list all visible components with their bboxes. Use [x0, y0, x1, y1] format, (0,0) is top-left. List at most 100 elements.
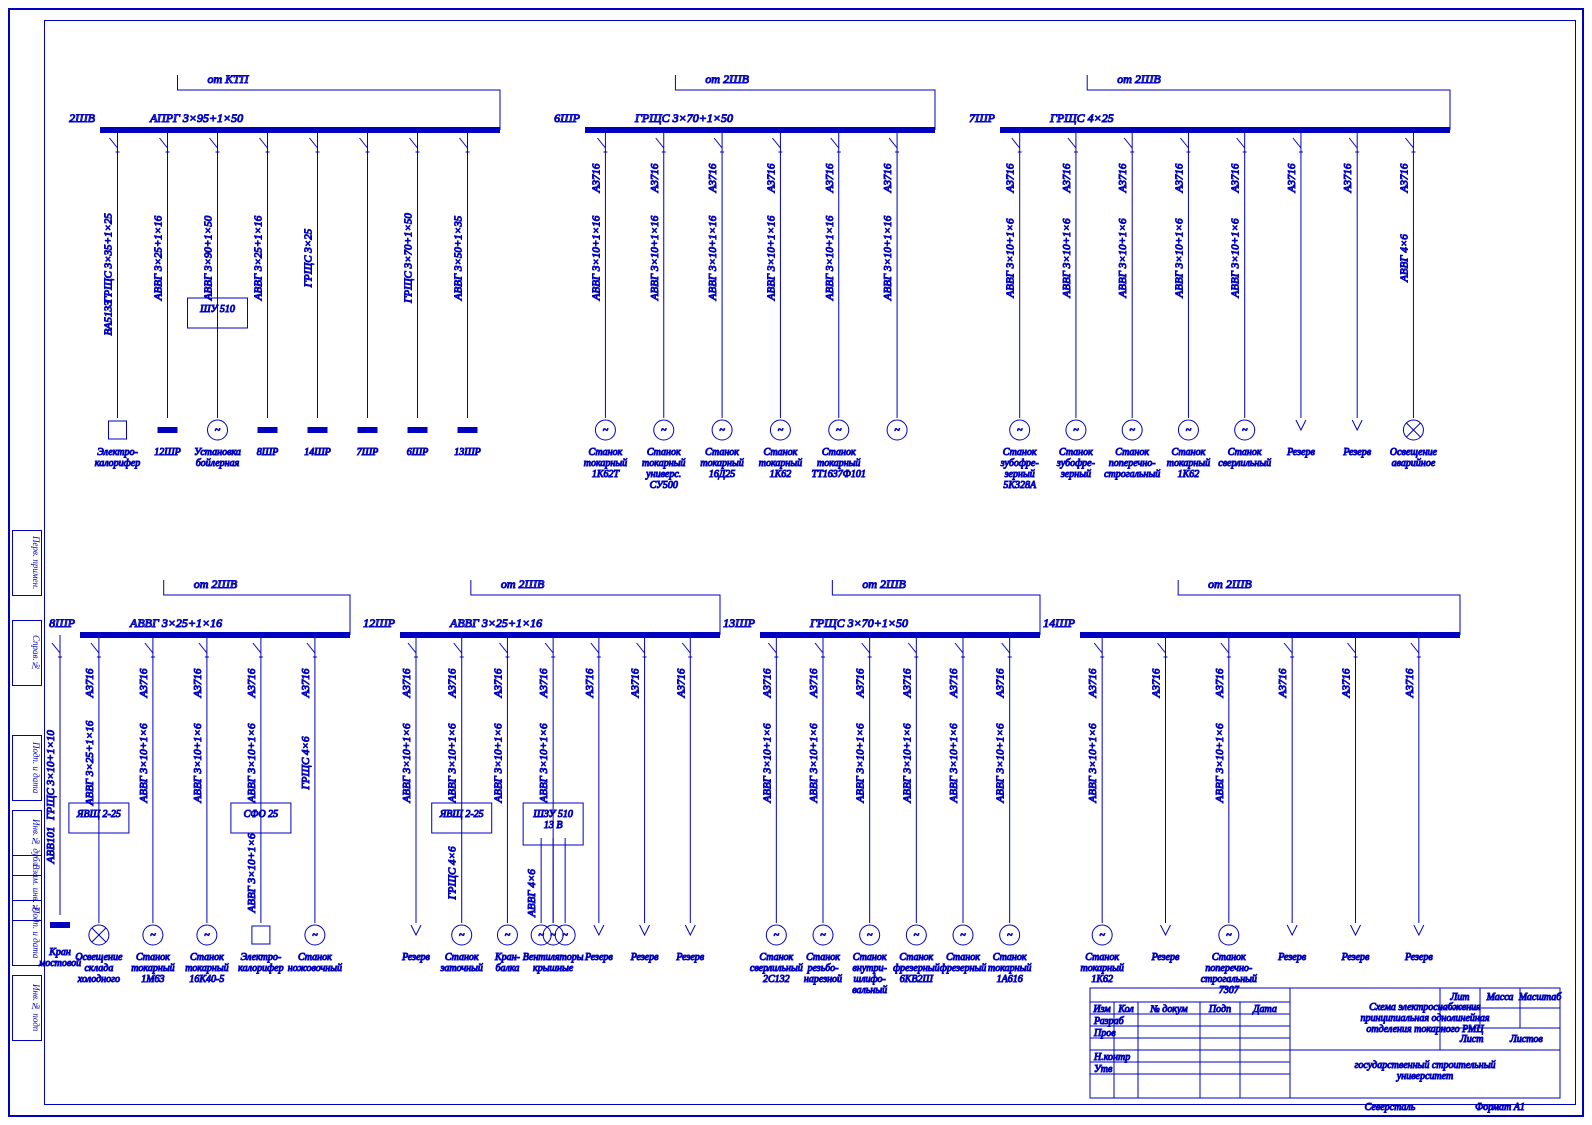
- svg-text:АВВГ 3×10+1×6: АВВГ 3×10+1×6: [1005, 218, 1017, 298]
- svg-text:Станоквнутри-шлифо-вальный: Станоквнутри-шлифо-вальный: [852, 952, 887, 996]
- svg-text:от 2ШВ: от 2ШВ: [862, 577, 906, 591]
- svg-text:А3716: А3716: [1214, 668, 1226, 698]
- svg-text:АВВГ 3×10+1×16: АВВГ 3×10+1×16: [707, 215, 719, 301]
- svg-text:7ШР: 7ШР: [969, 111, 996, 125]
- svg-text:8ШР: 8ШР: [257, 447, 279, 458]
- svg-text:АВВГ 3×10+1×6: АВВГ 3×10+1×6: [1230, 218, 1242, 298]
- svg-text:АВВГ 3×10+1×16: АВВГ 3×10+1×16: [824, 215, 836, 301]
- svg-text:А3716: А3716: [192, 668, 204, 698]
- svg-text:Дата: Дата: [1252, 1004, 1277, 1015]
- svg-text:А3716: А3716: [1087, 668, 1099, 698]
- svg-text:АВВГ 3×10+1×6: АВВГ 3×10+1×6: [1214, 723, 1226, 803]
- svg-text:~: ~: [1129, 425, 1135, 436]
- svg-text:Станокножовочный: Станокножовочный: [288, 952, 342, 974]
- svg-text:Станоктокарный1М63: Станоктокарный1М63: [131, 952, 174, 985]
- svg-text:Утв: Утв: [1094, 1064, 1113, 1075]
- svg-text:Резерв: Резерв: [1342, 447, 1371, 458]
- svg-text:АВВГ 3×10+1×6: АВВГ 3×10+1×6: [901, 723, 913, 803]
- svg-text:АВВГ 4×6: АВВГ 4×6: [526, 869, 538, 918]
- svg-text:АВВГ 3×10+1×6: АВВГ 3×10+1×6: [1087, 723, 1099, 803]
- svg-text:А3716: А3716: [630, 668, 642, 698]
- svg-text:Электро-калорифер: Электро-калорифер: [95, 447, 140, 469]
- svg-text:А3716: А3716: [492, 668, 504, 698]
- svg-text:Резерв: Резерв: [1341, 952, 1370, 963]
- svg-text:АВВГ 3×10+1×6: АВВГ 3×10+1×6: [246, 723, 258, 803]
- svg-text:~: ~: [836, 425, 842, 436]
- svg-text:6ШР: 6ШР: [407, 447, 429, 458]
- svg-text:А3716: А3716: [300, 668, 312, 698]
- svg-text:~: ~: [204, 930, 210, 941]
- svg-text:Станокфрезерный6КВ2Ш: Станокфрезерный6КВ2Ш: [893, 952, 939, 985]
- schematic-svg: от КТП2ШВАПРГ 3×95+1×50ГРЩС 3×35+1×25ВА5…: [0, 0, 1592, 1125]
- svg-text:Станокрезьбо-нарезной: Станокрезьбо-нарезной: [804, 952, 842, 985]
- svg-text:~: ~: [1073, 425, 1079, 436]
- svg-text:А3716: А3716: [948, 668, 960, 698]
- svg-text:АВВГ 3×25+1×16: АВВГ 3×25+1×16: [449, 616, 542, 630]
- side-tab: Справ.№: [12, 620, 42, 686]
- svg-text:А3716: А3716: [707, 163, 719, 193]
- svg-text:ГРЩС 3×70+1×50: ГРЩС 3×70+1×50: [809, 616, 908, 630]
- svg-text:АВВГ 3×10+1×6: АВВГ 3×10+1×6: [1061, 218, 1073, 298]
- svg-text:АВВГ 3×10+1×6: АВВГ 3×10+1×6: [401, 723, 413, 803]
- svg-text:Станоктокарный1А616: Станоктокарный1А616: [988, 952, 1031, 985]
- svg-text:А3716: А3716: [1277, 668, 1289, 698]
- svg-text:Резерв: Резерв: [1277, 952, 1306, 963]
- svg-text:Освещениескладахолодного: Освещениескладахолодного: [75, 952, 123, 985]
- svg-text:Пров: Пров: [1093, 1028, 1116, 1039]
- svg-text:Вентиляторыкрышные: Вентиляторыкрышные: [523, 952, 584, 974]
- svg-text:~: ~: [562, 930, 568, 941]
- svg-text:~: ~: [1017, 425, 1023, 436]
- svg-text:Станоктокарный1К62: Станоктокарный1К62: [759, 447, 802, 480]
- svg-text:8ШР: 8ШР: [49, 616, 76, 630]
- svg-text:~: ~: [215, 425, 221, 436]
- svg-text:Разраб: Разраб: [1093, 1016, 1125, 1027]
- svg-text:~: ~: [312, 930, 318, 941]
- svg-text:14ШР: 14ШР: [1043, 616, 1076, 630]
- svg-text:АВВГ 3×10+1×6: АВВГ 3×10+1×6: [855, 723, 867, 803]
- svg-text:Подп: Подп: [1208, 1004, 1231, 1015]
- svg-text:Станокфрезерный: Станокфрезерный: [940, 952, 986, 974]
- svg-text:А3716: А3716: [1341, 668, 1353, 698]
- svg-text:СФО 25: СФО 25: [244, 809, 279, 820]
- svg-text:13ШР: 13ШР: [454, 447, 481, 458]
- svg-text:ГРЩС 3×70+1×50: ГРЩС 3×70+1×50: [403, 213, 415, 304]
- svg-text:АВВГ 3×10+1×6: АВВГ 3×10+1×6: [538, 723, 550, 803]
- svg-text:Станокзубофре-зерный5К328А: Станокзубофре-зерный5К328А: [1000, 447, 1039, 491]
- svg-text:Станоксверлильный2С132: Станоксверлильный2С132: [750, 952, 803, 985]
- svg-text:АВВГ 3×10+1×6: АВВГ 3×10+1×6: [138, 723, 150, 803]
- side-tab: Инв.№ дубл.: [12, 810, 42, 876]
- svg-text:Кран-балка: Кран-балка: [494, 952, 520, 974]
- svg-text:А3716: А3716: [882, 163, 894, 193]
- svg-text:АВВГ 3×10+1×16: АВВГ 3×10+1×16: [590, 215, 602, 301]
- svg-text:ГРЩС 3×25: ГРЩС 3×25: [303, 228, 315, 288]
- svg-text:Резерв: Резерв: [401, 952, 430, 963]
- svg-text:~: ~: [603, 425, 609, 436]
- svg-text:Станоктокарный1К62: Станоктокарный1К62: [1080, 952, 1123, 985]
- svg-text:Н.контр: Н.контр: [1093, 1052, 1130, 1063]
- svg-text:~: ~: [1007, 930, 1013, 941]
- svg-text:Станоктокарный16К40-5: Станоктокарный16К40-5: [185, 952, 228, 985]
- svg-text:АВВГ 3×10+1×6: АВВГ 3×10+1×6: [948, 723, 960, 803]
- svg-text:от 2ШВ: от 2ШВ: [1208, 577, 1252, 591]
- svg-text:А3716: А3716: [138, 668, 150, 698]
- svg-text:А3716: А3716: [901, 668, 913, 698]
- svg-text:ВА5133: ВА5133: [103, 300, 115, 336]
- svg-text:~: ~: [867, 930, 873, 941]
- svg-text:Лист: Лист: [1459, 1034, 1483, 1045]
- side-tab: Инв.№ подп: [12, 975, 42, 1041]
- svg-text:Лит: Лит: [1450, 992, 1470, 1003]
- svg-text:АВВГ 3×25+1×16: АВВГ 3×25+1×16: [129, 616, 222, 630]
- svg-text:~: ~: [774, 930, 780, 941]
- svg-text:АВВГ 3×10+1×6: АВВГ 3×10+1×6: [447, 723, 459, 803]
- svg-text:ГРЩС 4×25: ГРЩС 4×25: [1049, 111, 1114, 125]
- svg-text:А3716: А3716: [855, 668, 867, 698]
- svg-text:14ШР: 14ШР: [304, 447, 331, 458]
- svg-text:Станоктокарный16Д25: Станоктокарный16Д25: [700, 447, 743, 480]
- svg-text:АВВГ 3×90+1×50: АВВГ 3×90+1×50: [203, 215, 215, 301]
- svg-text:А3716: А3716: [246, 668, 258, 698]
- svg-text:Станоктокарный1К62: Станоктокарный1К62: [1167, 447, 1210, 480]
- svg-text:№ докум: № докум: [1149, 1004, 1188, 1015]
- svg-text:А3716: А3716: [1117, 163, 1129, 193]
- svg-text:АВВ101: АВВ101: [45, 827, 57, 865]
- svg-text:~: ~: [459, 930, 465, 941]
